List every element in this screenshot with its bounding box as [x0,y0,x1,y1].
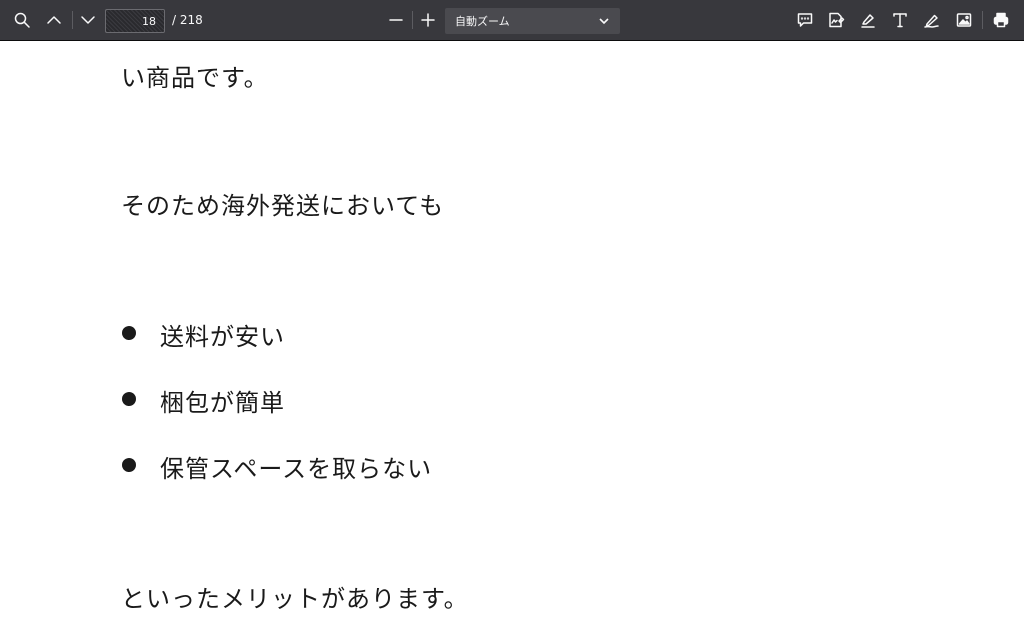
print-button[interactable] [987,6,1015,34]
pdf-toolbar: / 218 自動ズーム [0,0,1024,41]
document-line: そのため海外発送においても [121,192,445,220]
document-line: といったメリットがあります。 [121,585,469,613]
bullet-item: 送料が安い [160,323,285,351]
pdf-page-content: い商品です。 そのため海外発送においても 送料が安い 梱包が簡単 保管スペースを… [0,41,1024,642]
next-page-button[interactable] [74,6,102,34]
previous-page-button[interactable] [40,6,68,34]
add-comment-button[interactable] [791,6,819,34]
bullet-point [122,326,136,340]
search-icon [14,12,30,28]
page-total-count: / 218 [172,13,203,27]
add-text-button[interactable] [886,6,914,34]
toolbar-separator [982,11,983,29]
draw-icon [924,14,939,28]
signature-icon [829,12,845,28]
zoom-in-icon [421,13,435,27]
toolbar-separator [412,11,413,29]
page-number-input[interactable] [105,9,165,33]
search-button[interactable] [8,6,36,34]
comment-icon [797,13,813,27]
zoom-out-icon [389,19,403,21]
zoom-select-value: 自動ズーム [455,15,510,28]
zoom-in-button[interactable] [414,6,442,34]
bullet-point [122,458,136,472]
zoom-out-button[interactable] [382,6,410,34]
document-line: い商品です。 [121,64,269,92]
chevron-down-icon [599,18,609,25]
add-image-button[interactable] [950,6,978,34]
toolbar-separator [72,11,73,29]
chevron-down-icon [81,16,95,24]
image-icon [956,13,972,27]
highlight-icon [861,14,875,28]
bullet-point [122,392,136,406]
add-signature-button[interactable] [822,6,850,34]
zoom-select[interactable]: 自動ズーム [445,8,620,34]
chevron-up-icon [47,16,61,24]
draw-button[interactable] [918,6,946,34]
text-icon [893,13,907,28]
highlight-button[interactable] [854,6,882,34]
bullet-item: 保管スペースを取らない [160,455,433,483]
print-icon [993,12,1009,28]
bullet-item: 梱包が簡単 [160,389,285,417]
